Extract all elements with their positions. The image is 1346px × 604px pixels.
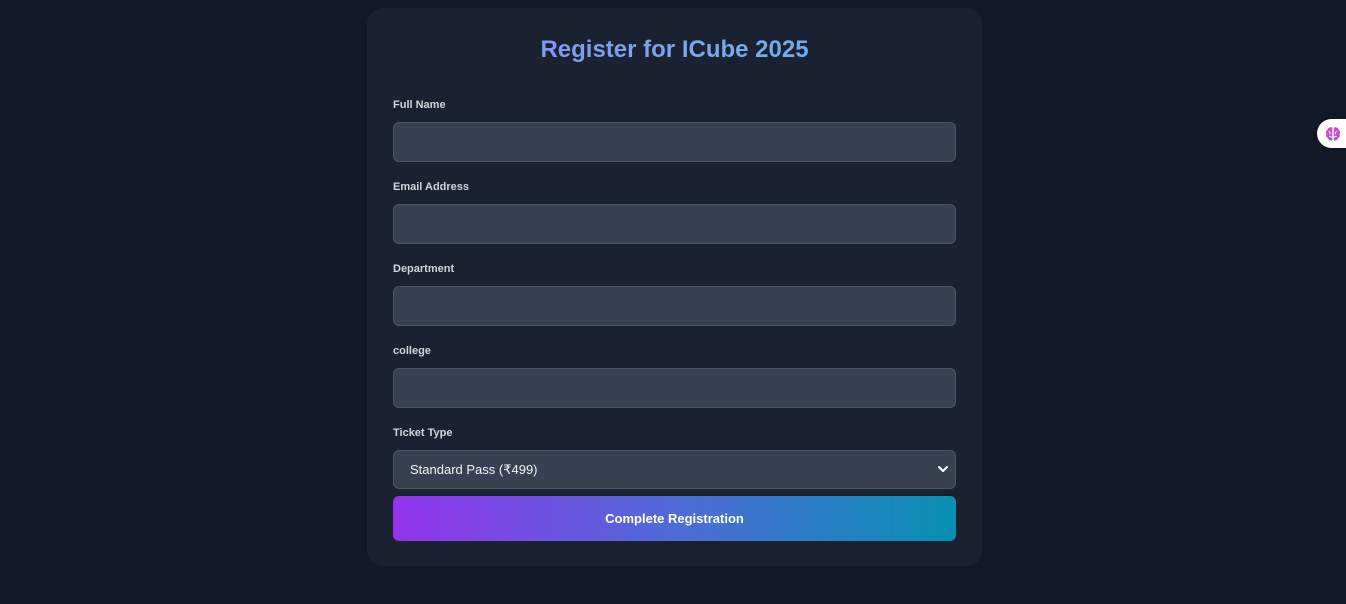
- extension-launcher[interactable]: [1317, 119, 1346, 148]
- department-group: Department: [393, 262, 956, 326]
- ticket-type-group: Ticket Type Standard Pass (₹499): [393, 426, 956, 489]
- registration-card: Register for ICube 2025 Full Name Email …: [367, 8, 982, 566]
- college-group: college: [393, 344, 956, 408]
- department-input[interactable]: [393, 286, 956, 326]
- full-name-group: Full Name: [393, 98, 956, 162]
- email-group: Email Address: [393, 180, 956, 244]
- ticket-type-label: Ticket Type: [393, 427, 453, 439]
- ticket-type-select[interactable]: Standard Pass (₹499): [393, 450, 956, 489]
- chevron-down-icon: [938, 466, 948, 472]
- complete-registration-button[interactable]: Complete Registration: [393, 496, 956, 541]
- college-label: college: [393, 345, 431, 357]
- brain-icon: [1325, 127, 1341, 141]
- college-input[interactable]: [393, 368, 956, 408]
- form-title: Register for ICube 2025: [393, 8, 956, 85]
- full-name-label: Full Name: [393, 99, 446, 111]
- full-name-input[interactable]: [393, 122, 956, 162]
- email-label: Email Address: [393, 181, 470, 193]
- ticket-type-selected: Standard Pass (₹499): [410, 462, 538, 477]
- email-input[interactable]: [393, 204, 956, 244]
- department-label: Department: [393, 263, 455, 275]
